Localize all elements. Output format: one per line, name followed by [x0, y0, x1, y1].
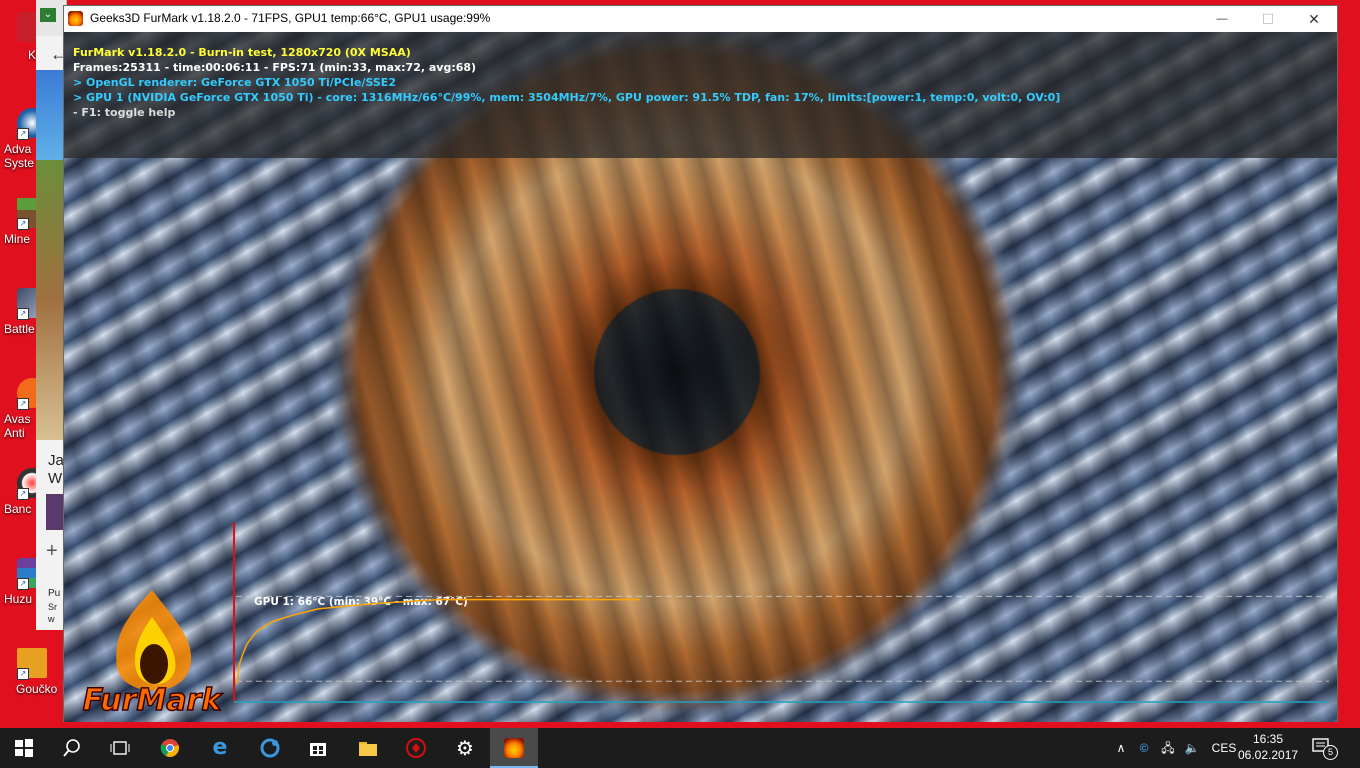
taskbar-edge[interactable]: e: [196, 728, 244, 768]
furmark-icon: [68, 11, 83, 26]
shortcut-arrow-icon: ↗: [17, 308, 29, 320]
taskbar-file-explorer[interactable]: [344, 728, 392, 768]
desktop-icon-csgo[interactable]: ↗ Goučko: [0, 638, 64, 708]
search-button[interactable]: [48, 728, 96, 768]
shortcut-arrow-icon: ↗: [17, 218, 29, 230]
desktop-icon-label: Goučko: [16, 682, 58, 696]
language-indicator[interactable]: CES: [1210, 728, 1238, 768]
window-title: Geeks3D FurMark v1.18.2.0 - 71FPS, GPU1 …: [90, 11, 491, 25]
page-image: [36, 160, 66, 440]
network-icon[interactable]: 🖧: [1160, 728, 1176, 768]
ccleaner-tray-icon[interactable]: ©: [1136, 728, 1152, 768]
clock-time: 16:35: [1252, 732, 1284, 746]
desktop-icon-label: Mine: [4, 232, 31, 246]
page-text: Ja: [48, 452, 64, 469]
render-viewport[interactable]: FurMark v1.18.2.0 - Burn-in test, 1280x7…: [64, 32, 1337, 722]
taskbar-chrome[interactable]: [146, 728, 194, 768]
desktop-icon-label: K: [28, 48, 37, 62]
title-bar[interactable]: Geeks3D FurMark v1.18.2.0 - 71FPS, GPU1 …: [64, 6, 1337, 32]
furmark-icon: [504, 738, 524, 758]
minimize-button[interactable]: —: [1199, 6, 1245, 32]
chrome-icon: [160, 739, 179, 757]
shortcut-arrow-icon: ↗: [17, 398, 29, 410]
shortcut-arrow-icon: ↗: [17, 488, 29, 500]
maximize-button[interactable]: ☐: [1245, 6, 1291, 32]
taskbar-msi-afterburner[interactable]: [392, 728, 440, 768]
desktop-icon-label: Adva Syste: [4, 142, 35, 170]
edge-icon: e: [212, 735, 228, 760]
clock[interactable]: 16:35 06.02.2017: [1238, 731, 1298, 763]
plus-icon[interactable]: +: [46, 540, 58, 563]
store-icon: [310, 743, 326, 756]
furmark-window[interactable]: Geeks3D FurMark v1.18.2.0 - 71FPS, GPU1 …: [63, 5, 1338, 722]
collapse-panel-icon[interactable]: ⌄: [40, 8, 56, 22]
search-icon: [63, 739, 80, 757]
desktop-icon-label: Avas Anti: [4, 412, 31, 440]
shortcut-arrow-icon: ↗: [17, 578, 29, 590]
page-text: w: [48, 614, 55, 624]
desktop-icon-label: Huzu: [4, 592, 33, 606]
afterburner-icon: [406, 738, 426, 758]
taskbar-furmark[interactable]: [490, 728, 538, 768]
desktop-icon-label: Banc: [4, 502, 32, 516]
page-thumbnail: [36, 70, 66, 160]
chart-title: GPU 1: 66°C (min: 39°C - max: 67°C): [254, 596, 468, 608]
task-view-icon: [110, 741, 130, 755]
folder-icon: [359, 742, 377, 756]
show-hidden-icons-button[interactable]: ∧: [1113, 728, 1129, 768]
start-button[interactable]: [0, 728, 48, 768]
taskbar-settings[interactable]: ⚙: [441, 728, 489, 768]
notification-count-badge: 5: [1323, 745, 1338, 760]
close-button[interactable]: ✕: [1291, 6, 1337, 32]
taskbar-store[interactable]: [294, 728, 342, 768]
clock-date: 06.02.2017: [1238, 748, 1299, 762]
shortcut-arrow-icon: ↗: [17, 668, 29, 680]
ccleaner-icon: [260, 738, 280, 758]
windows-logo-icon: [15, 739, 33, 757]
taskbar-ccleaner[interactable]: [246, 728, 294, 768]
action-center-button[interactable]: 5: [1310, 736, 1338, 760]
gpu-temperature-chart: GPU 1: 66°C (min: 39°C - max: 67°C): [233, 522, 1329, 703]
taskbar: e ⚙ ∧ © 🖧 🔈 CES 16:35 06.02.2017 5: [0, 728, 1360, 768]
shortcut-arrow-icon: ↗: [17, 128, 29, 140]
gear-icon: ⚙: [456, 736, 474, 760]
volume-icon[interactable]: 🔈: [1184, 728, 1200, 768]
desktop-icon-label: Battle: [4, 322, 35, 336]
page-text: Sr: [48, 602, 57, 612]
task-view-button[interactable]: [96, 728, 144, 768]
series-line-gpu1: [236, 598, 640, 685]
page-text: Pu: [48, 588, 61, 599]
